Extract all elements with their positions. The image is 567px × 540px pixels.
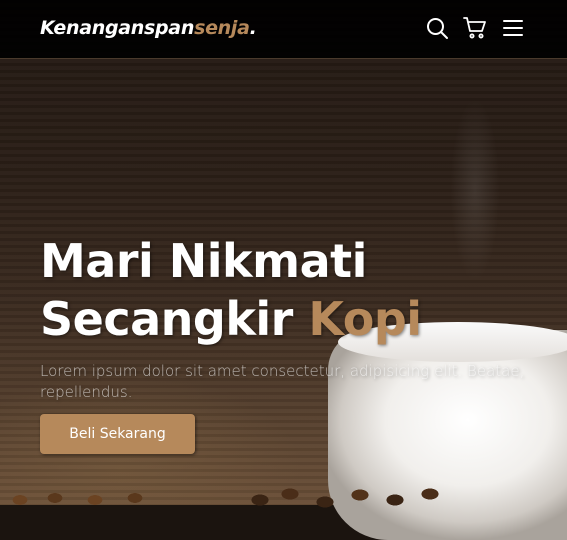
- search-icon[interactable]: [425, 16, 449, 40]
- brand-name-accent: senja: [194, 17, 250, 39]
- hero-title-line1: Mari Nikmati: [40, 234, 367, 288]
- nav-icons: [425, 16, 525, 40]
- hero-title-line2: Secangkir: [40, 292, 309, 346]
- shopping-cart-icon[interactable]: [463, 16, 487, 40]
- coffee-beans-left: [0, 488, 180, 508]
- brand-name-dot: .: [249, 17, 257, 39]
- navbar: Kenanganspansenja.: [0, 0, 567, 59]
- hero-description: Lorem ipsum dolor sit amet consectetur, …: [40, 362, 525, 401]
- hero-title: Mari Nikmati Secangkir Kopi: [40, 232, 422, 348]
- brand-name-main: Kenanganspan: [40, 17, 195, 39]
- buy-now-button[interactable]: Beli Sekarang: [40, 414, 195, 454]
- steam: [430, 60, 520, 320]
- hero-title-accent: Kopi: [308, 292, 422, 346]
- menu-icon[interactable]: [501, 16, 525, 40]
- brand-logo[interactable]: Kenanganspansenja.: [40, 17, 257, 39]
- coffee-beans-image: [230, 480, 460, 520]
